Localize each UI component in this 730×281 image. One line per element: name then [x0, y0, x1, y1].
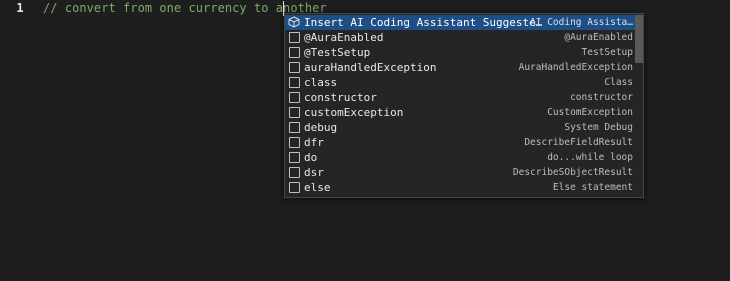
- suggestion-detail: TestSetup: [581, 47, 633, 58]
- suggestion-item[interactable]: customException CustomException: [285, 105, 635, 120]
- suggestion-label: constructor: [304, 91, 377, 104]
- suggestion-label: dfr: [304, 136, 324, 149]
- suggestion-label: else: [304, 181, 331, 194]
- suggestion-label: @AuraEnabled: [304, 31, 384, 44]
- cube-icon: [288, 16, 300, 28]
- suggestion-item-ai-assistant[interactable]: Insert AI Coding Assistant Suggeste… AI …: [285, 15, 635, 30]
- suggestion-label: Insert AI Coding Assistant Suggeste…: [304, 16, 543, 29]
- suggestion-item[interactable]: auraHandledException AuraHandledExceptio…: [285, 60, 635, 75]
- suggestion-label: customException: [304, 106, 404, 119]
- suggestion-detail: @AuraEnabled: [564, 32, 633, 43]
- suggestion-item[interactable]: constructor constructor: [285, 90, 635, 105]
- suggestion-item[interactable]: debug System Debug: [285, 120, 635, 135]
- suggestion-detail: DescribeFieldResult: [524, 137, 633, 148]
- snippet-icon: [289, 167, 300, 178]
- snippet-icon: [289, 32, 300, 43]
- suggestion-scrollbar[interactable]: [635, 15, 643, 63]
- suggestion-label: auraHandledException: [304, 61, 437, 74]
- suggestion-detail: do...while loop: [547, 152, 633, 163]
- suggestion-detail: AI Coding Assista…: [530, 17, 633, 28]
- suggestion-detail: CustomException: [547, 107, 633, 118]
- suggestion-item[interactable]: @AuraEnabled @AuraEnabled: [285, 30, 635, 45]
- snippet-icon: [289, 182, 300, 193]
- suggestion-item[interactable]: class Class: [285, 75, 635, 90]
- snippet-icon: [289, 152, 300, 163]
- suggestion-widget[interactable]: Insert AI Coding Assistant Suggeste… AI …: [284, 13, 644, 198]
- suggestion-detail: constructor: [570, 92, 633, 103]
- suggestion-item[interactable]: dfr DescribeFieldResult: [285, 135, 635, 150]
- snippet-icon: [289, 92, 300, 103]
- suggestion-item[interactable]: @TestSetup TestSetup: [285, 45, 635, 60]
- snippet-icon: [289, 47, 300, 58]
- suggestion-label: @TestSetup: [304, 46, 371, 59]
- suggestion-label: dsr: [304, 166, 324, 179]
- suggestion-item[interactable]: do do...while loop: [285, 150, 635, 165]
- suggestion-detail: Class: [604, 77, 633, 88]
- suggestion-detail: System Debug: [564, 122, 633, 133]
- snippet-icon: [289, 122, 300, 133]
- code-editor[interactable]: 1 // convert from one currency to anothe…: [0, 0, 730, 281]
- snippet-icon: [289, 77, 300, 88]
- snippet-icon: [289, 62, 300, 73]
- line-number: 1: [16, 1, 24, 15]
- suggestion-detail: Else statement: [552, 182, 633, 193]
- suggestion-label: class: [304, 76, 338, 89]
- suggestion-detail: DescribeSObjectResult: [512, 167, 633, 178]
- snippet-icon: [289, 107, 300, 118]
- suggestion-label: do: [304, 151, 318, 164]
- suggestion-label: debug: [304, 121, 338, 134]
- suggestion-item[interactable]: dsr DescribeSObjectResult: [285, 165, 635, 180]
- suggestion-detail: AuraHandledException: [518, 62, 633, 73]
- suggestion-item[interactable]: else Else statement: [285, 180, 635, 195]
- snippet-icon: [289, 137, 300, 148]
